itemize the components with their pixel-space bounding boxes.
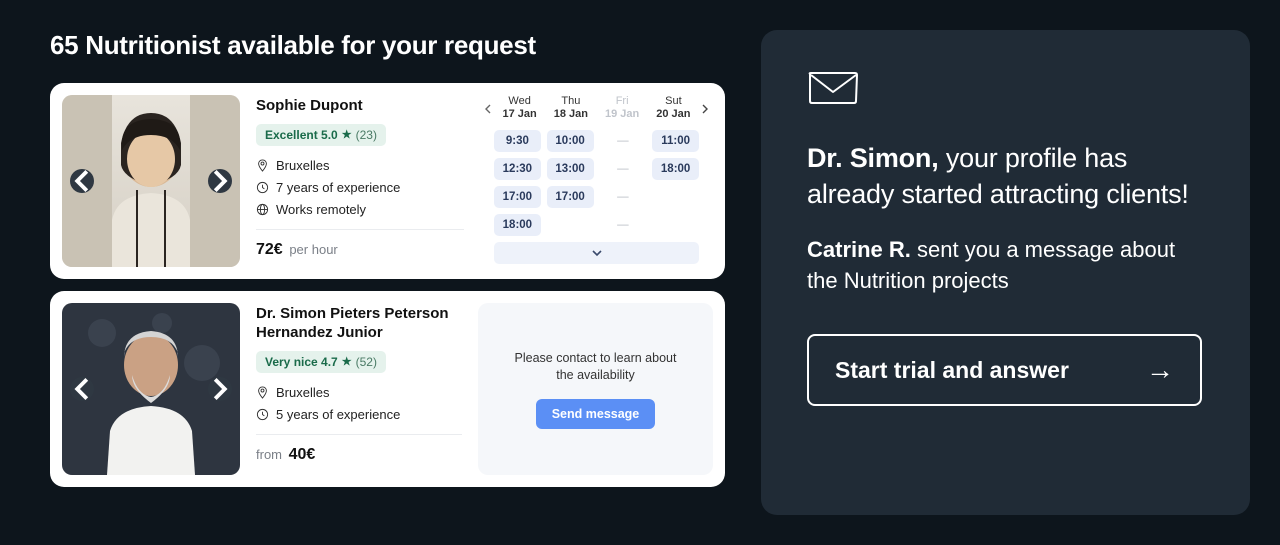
clock-icon (256, 408, 269, 421)
results-heading: 65 Nutritionist available for your reque… (50, 30, 725, 61)
start-trial-button[interactable]: Start trial and answer → (807, 334, 1202, 406)
time-slot[interactable]: 18:00 (494, 214, 541, 236)
promo-headline: Dr. Simon, your profile has already star… (807, 140, 1204, 213)
time-slot[interactable]: 18:00 (652, 158, 699, 180)
profile-photo (62, 303, 240, 475)
day-header: Wed17 Jan (496, 95, 543, 120)
location-row: Bruxelles (256, 385, 462, 400)
nutritionist-name: Sophie Dupont (256, 97, 464, 116)
info-column: Sophie Dupont Excellent 5.0 ★ (23) Bruxe… (256, 95, 464, 267)
schedule-next-button[interactable] (697, 101, 713, 117)
time-slot-unavailable: — (600, 186, 647, 208)
experience-row: 7 years of experience (256, 180, 464, 195)
clock-icon (256, 181, 269, 194)
remote-text: Works remotely (276, 202, 366, 217)
time-slot-unavailable: — (600, 158, 647, 180)
chevron-left-icon (70, 377, 94, 401)
photo-prev-button[interactable] (70, 169, 94, 193)
day-header: Fri19 Jan (599, 95, 646, 120)
price-prefix: from (256, 447, 282, 462)
photo-next-button[interactable] (208, 169, 232, 193)
location-text: Bruxelles (276, 158, 329, 173)
info-column: Dr. Simon Pieters Peterson Hernandez Jun… (256, 303, 462, 475)
chevron-right-icon (208, 169, 232, 193)
day-date: 17 Jan (496, 108, 543, 120)
globe-icon (256, 203, 269, 216)
chevron-left-icon (484, 104, 492, 114)
day-header: Thu18 Jan (547, 95, 594, 120)
time-slot[interactable]: 17:00 (494, 186, 541, 208)
rating-text: Very nice 4.7 (265, 355, 338, 369)
schedule-prev-button[interactable] (480, 101, 496, 117)
rating-text: Excellent 5.0 (265, 128, 338, 142)
location-row: Bruxelles (256, 158, 464, 173)
price-value: 72€ (256, 241, 283, 258)
expand-schedule-button[interactable] (494, 242, 699, 264)
experience-text: 7 years of experience (276, 180, 400, 195)
time-slot-unavailable: — (600, 130, 647, 152)
rating-count: (52) (356, 355, 377, 369)
day-of-week: Wed (496, 95, 543, 107)
time-slot[interactable]: 11:00 (652, 130, 699, 152)
chevron-right-icon (701, 104, 709, 114)
photo-prev-button[interactable] (70, 377, 94, 401)
experience-text: 5 years of experience (276, 407, 400, 422)
day-of-week: Sut (650, 95, 697, 107)
profile-photo (62, 95, 240, 267)
experience-row: 5 years of experience (256, 407, 462, 422)
time-slot[interactable]: 17:00 (547, 186, 594, 208)
day-date: 18 Jan (547, 108, 594, 120)
pin-icon (256, 386, 269, 399)
promo-subtext: Catrine R. sent you a message about the … (807, 235, 1204, 297)
price-suffix: per hour (289, 242, 337, 257)
arrow-right-icon: → (1146, 354, 1174, 386)
day-date: 19 Jan (599, 108, 646, 120)
time-slot[interactable]: 10:00 (547, 130, 594, 152)
day-of-week: Fri (599, 95, 646, 107)
send-message-button[interactable]: Send message (536, 399, 656, 429)
pin-icon (256, 159, 269, 172)
rating-count: (23) (356, 128, 377, 142)
price-value: 40€ (289, 446, 316, 463)
time-slot[interactable]: 13:00 (547, 158, 594, 180)
remote-row: Works remotely (256, 202, 464, 217)
schedule-column: Wed17 JanThu18 JanFri19 JanSut20 Jan 9:3… (480, 95, 713, 267)
promo-sender: Catrine R. (807, 237, 911, 262)
time-slot[interactable]: 9:30 (494, 130, 541, 152)
envelope-icon (807, 70, 859, 106)
star-icon: ★ (342, 128, 352, 141)
chevron-left-icon (70, 169, 94, 193)
contact-message: Please contact to learn about the availa… (506, 350, 685, 385)
contact-box: Please contact to learn about the availa… (478, 303, 713, 475)
chevron-right-icon (208, 377, 232, 401)
day-header: Sut20 Jan (650, 95, 697, 120)
photo-next-button[interactable] (208, 377, 232, 401)
promo-panel: Dr. Simon, your profile has already star… (761, 30, 1250, 515)
time-slot[interactable]: 12:30 (494, 158, 541, 180)
chevron-down-icon (591, 249, 603, 257)
nutritionist-name: Dr. Simon Pieters Peterson Hernandez Jun… (256, 305, 462, 343)
day-date: 20 Jan (650, 108, 697, 120)
rating-badge: Excellent 5.0 ★ (23) (256, 124, 386, 146)
cta-label: Start trial and answer (835, 357, 1069, 384)
day-of-week: Thu (547, 95, 594, 107)
price-row: 72€ per hour (256, 229, 464, 259)
star-icon: ★ (342, 355, 352, 368)
nutritionist-card: Sophie Dupont Excellent 5.0 ★ (23) Bruxe… (50, 83, 725, 279)
price-row: from 40€ (256, 434, 462, 464)
nutritionist-card: Dr. Simon Pieters Peterson Hernandez Jun… (50, 291, 725, 487)
promo-name: Dr. Simon, (807, 143, 939, 173)
location-text: Bruxelles (276, 385, 329, 400)
rating-badge: Very nice 4.7 ★ (52) (256, 351, 386, 373)
time-slot-unavailable: — (600, 214, 647, 236)
